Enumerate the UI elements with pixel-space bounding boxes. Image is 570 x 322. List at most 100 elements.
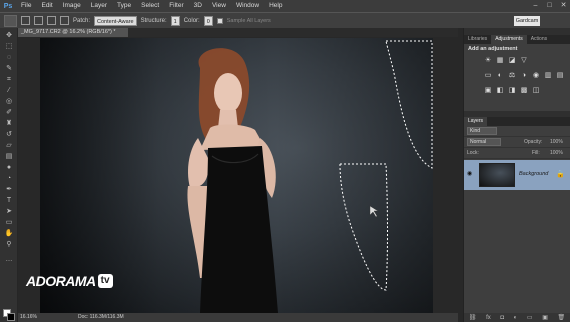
color-select[interactable]: 0 xyxy=(203,15,213,26)
layer-background[interactable]: ◉ Background 🔒 xyxy=(464,160,570,190)
tab-adjustments[interactable]: Adjustments xyxy=(491,35,527,44)
marquee-tool-icon[interactable]: ⬚ xyxy=(4,43,14,51)
path-select-tool-icon[interactable]: ➤ xyxy=(4,208,14,216)
patch-tool-preset-icon[interactable] xyxy=(4,14,17,27)
eye-icon[interactable]: ◉ xyxy=(467,171,474,178)
new-layer-icon[interactable]: ▣ xyxy=(542,314,548,321)
add-selection-icon[interactable] xyxy=(34,16,43,25)
link-icon[interactable]: ⛓ xyxy=(469,314,477,321)
history-brush-tool-icon[interactable]: ↺ xyxy=(4,131,14,139)
fill-label: Fill: xyxy=(532,150,540,156)
layers-panel: Kind Normal Opacity: 100% Lock: Fill: 10… xyxy=(464,126,570,322)
type-tool-icon[interactable]: T xyxy=(4,197,14,205)
opacity-value[interactable]: 100% xyxy=(550,138,563,146)
move-tool-icon[interactable]: ✥ xyxy=(4,32,14,40)
fill-value[interactable]: 100% xyxy=(550,149,563,157)
workspace-select[interactable]: Gardcam xyxy=(514,16,540,26)
levels-icon[interactable]: ▦ xyxy=(496,57,504,65)
gradient-tool-icon[interactable]: ▤ xyxy=(4,153,14,161)
sample-all-checkbox[interactable] xyxy=(216,17,223,24)
document-tab[interactable]: _MG_9717.CR2 @ 16.2% (RGB/16*) * xyxy=(18,28,128,37)
patch-select[interactable]: Content-Aware xyxy=(94,15,137,26)
menu-view[interactable]: View xyxy=(207,0,231,12)
adjustments-panel-tabs: Libraries Adjustments Actions xyxy=(464,35,570,44)
crop-tool-icon[interactable]: ⌗ xyxy=(4,76,14,84)
mask-icon[interactable]: ◘ xyxy=(500,315,504,321)
structure-select[interactable]: 1 xyxy=(170,15,180,26)
threshold-icon[interactable]: ◨ xyxy=(508,87,516,95)
zoom-level[interactable]: 16.16% xyxy=(20,313,37,322)
fx-icon[interactable]: fx xyxy=(486,315,491,321)
menu-layer[interactable]: Layer xyxy=(86,0,112,12)
zoom-tool-icon[interactable]: ⚲ xyxy=(4,241,14,249)
blur-tool-icon[interactable]: ● xyxy=(4,164,14,172)
lasso-tool-icon[interactable]: ◌ xyxy=(4,54,14,62)
dodge-tool-icon[interactable]: ◔ xyxy=(4,175,14,183)
quick-select-tool-icon[interactable]: ✎ xyxy=(4,65,14,73)
channel-mixer-icon[interactable]: ▥ xyxy=(544,72,552,80)
patch-label: Patch: xyxy=(73,17,91,24)
menu-3d[interactable]: 3D xyxy=(189,0,207,12)
menu-filter[interactable]: Filter xyxy=(164,0,188,12)
gradient-map-icon[interactable]: ▩ xyxy=(520,87,528,95)
menu-edit[interactable]: Edit xyxy=(36,0,57,12)
tab-libraries[interactable]: Libraries xyxy=(464,35,491,44)
tools-panel: ✥ ⬚ ◌ ✎ ⌗ ⁄ ◎ ✐ ♜ ↺ ▱ ▤ ● ◔ ✒ T ➤ ▭ ✋ ⚲ … xyxy=(0,28,18,322)
tab-actions[interactable]: Actions xyxy=(527,35,551,44)
menu-help[interactable]: Help xyxy=(264,0,287,12)
clone-stamp-tool-icon[interactable]: ♜ xyxy=(4,120,14,128)
adjustment-layer-icon[interactable]: ◐ xyxy=(514,315,518,321)
patch-tool-icon[interactable]: ◎ xyxy=(4,98,14,106)
menu-bar: Ps File Edit Image Layer Type Select Fil… xyxy=(0,0,570,12)
blend-row: Normal Opacity: 100% xyxy=(464,137,570,148)
lock-row: Lock: Fill: 100% xyxy=(464,148,570,159)
options-bar: Patch: Content-Aware Structure: 1 Color:… xyxy=(0,12,570,28)
color-balance-icon[interactable]: ⚖ xyxy=(508,72,516,80)
close-icon[interactable]: ✕ xyxy=(559,2,568,10)
invert-icon[interactable]: ▣ xyxy=(484,87,492,95)
photo-filter-icon[interactable]: ◉ xyxy=(532,72,540,80)
pen-tool-icon[interactable]: ✒ xyxy=(4,186,14,194)
hand-tool-icon[interactable]: ✋ xyxy=(4,230,14,238)
intersect-selection-icon[interactable] xyxy=(60,16,69,25)
brightness-contrast-icon[interactable]: ☀ xyxy=(484,57,492,65)
menu-image[interactable]: Image xyxy=(58,0,86,12)
doc-size: Doc: 116.3M/116.3M xyxy=(78,314,124,320)
color-lookup-icon[interactable]: ▤ xyxy=(556,72,564,80)
trash-icon[interactable]: 🗑 xyxy=(558,314,566,321)
kind-filter-select[interactable]: Kind xyxy=(467,127,497,135)
menu-select[interactable]: Select xyxy=(136,0,164,12)
image-canvas[interactable] xyxy=(40,38,433,313)
edit-toolbar-icon[interactable]: … xyxy=(4,256,14,264)
vibrance-icon[interactable]: ▭ xyxy=(484,72,492,80)
selective-color-icon[interactable]: ◫ xyxy=(532,87,540,95)
blend-mode-select[interactable]: Normal xyxy=(467,138,501,146)
background-color-swatch[interactable] xyxy=(7,313,15,321)
black-white-icon[interactable]: ◑ xyxy=(520,72,528,80)
maximize-icon[interactable]: □ xyxy=(545,2,554,10)
adjustments-title: Add an adjustment xyxy=(468,46,518,52)
posterize-icon[interactable]: ◧ xyxy=(496,87,504,95)
lock-label: Lock: xyxy=(467,150,479,156)
hue-saturation-icon[interactable]: ◐ xyxy=(496,72,504,80)
minimize-icon[interactable]: – xyxy=(531,2,540,10)
eyedropper-tool-icon[interactable]: ⁄ xyxy=(4,87,14,95)
folder-icon[interactable]: ▭ xyxy=(527,314,533,321)
photo-illustration xyxy=(187,40,433,313)
layer-thumbnail xyxy=(479,163,515,187)
menu-file[interactable]: File xyxy=(16,0,36,12)
color-label: Color: xyxy=(183,17,200,24)
subtract-selection-icon[interactable] xyxy=(47,16,56,25)
new-selection-icon[interactable] xyxy=(21,16,30,25)
curves-icon[interactable]: ◪ xyxy=(508,57,516,65)
layers-footer: ⛓ fx ◘ ◐ ▭ ▣ 🗑 xyxy=(464,313,570,322)
brush-tool-icon[interactable]: ✐ xyxy=(4,109,14,117)
eraser-tool-icon[interactable]: ▱ xyxy=(4,142,14,150)
menu-window[interactable]: Window xyxy=(231,0,264,12)
opacity-label: Opacity: xyxy=(524,139,543,145)
menu-type[interactable]: Type xyxy=(112,0,136,12)
layer-filter-row: Kind xyxy=(464,126,570,137)
tab-layers[interactable]: Layers xyxy=(464,117,488,126)
exposure-icon[interactable]: ▽ xyxy=(520,57,528,65)
shape-tool-icon[interactable]: ▭ xyxy=(4,219,14,227)
